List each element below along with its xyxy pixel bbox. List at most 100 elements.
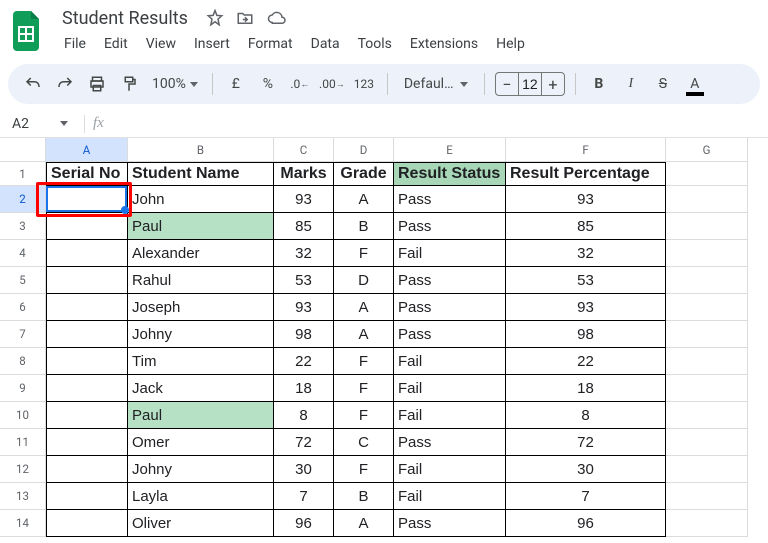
header-cell[interactable]: Grade	[334, 162, 394, 186]
col-head-B[interactable]: B	[128, 138, 274, 162]
select-all-corner[interactable]	[0, 138, 46, 162]
data-cell[interactable]: A	[334, 186, 394, 213]
data-cell[interactable]: Pass	[394, 186, 506, 213]
data-cell[interactable]: Fail	[394, 483, 506, 510]
data-cell[interactable]: 93	[506, 294, 666, 321]
data-cell[interactable]	[46, 240, 128, 267]
col-head-G[interactable]: G	[666, 138, 748, 162]
data-cell[interactable]: 96	[506, 510, 666, 537]
data-cell[interactable]: 30	[506, 456, 666, 483]
data-cell[interactable]: B	[334, 213, 394, 240]
data-cell[interactable]: Alexander	[128, 240, 274, 267]
data-cell[interactable]: F	[334, 375, 394, 402]
cell-empty[interactable]	[666, 162, 748, 186]
star-icon[interactable]	[206, 9, 224, 27]
data-cell[interactable]: Fail	[394, 240, 506, 267]
data-cell[interactable]	[46, 267, 128, 294]
data-cell[interactable]: 85	[506, 213, 666, 240]
cell-empty[interactable]	[666, 456, 748, 483]
data-cell[interactable]: Rahul	[128, 267, 274, 294]
cell-empty[interactable]	[666, 240, 748, 267]
menu-extensions[interactable]: Extensions	[402, 32, 486, 56]
data-cell[interactable]: Fail	[394, 375, 506, 402]
data-cell[interactable]: 72	[506, 429, 666, 456]
data-cell[interactable]: 18	[274, 375, 334, 402]
print-button[interactable]	[82, 69, 112, 99]
data-cell[interactable]: Pass	[394, 321, 506, 348]
data-cell[interactable]: 22	[506, 348, 666, 375]
data-cell[interactable]: 32	[506, 240, 666, 267]
row-head-1[interactable]: 1	[0, 162, 46, 186]
name-box[interactable]: A2	[0, 116, 52, 132]
row-head-2[interactable]: 2	[0, 186, 46, 213]
header-cell[interactable]: Marks	[274, 162, 334, 186]
header-cell[interactable]: Serial No	[46, 162, 128, 186]
data-cell[interactable]: 8	[506, 402, 666, 429]
row-head-11[interactable]: 11	[0, 429, 46, 456]
italic-button[interactable]: I	[616, 69, 646, 99]
data-cell[interactable]: A	[334, 294, 394, 321]
data-cell[interactable]: Pass	[394, 213, 506, 240]
row-head-5[interactable]: 5	[0, 267, 46, 294]
cloud-status-icon[interactable]	[266, 9, 286, 27]
row-head-3[interactable]: 3	[0, 213, 46, 240]
data-cell[interactable]: Layla	[128, 483, 274, 510]
row-head-7[interactable]: 7	[0, 321, 46, 348]
data-cell[interactable]: Jack	[128, 375, 274, 402]
data-cell[interactable]: 85	[274, 213, 334, 240]
menu-edit[interactable]: Edit	[96, 32, 136, 56]
header-cell[interactable]: Result Status	[394, 162, 506, 186]
col-head-C[interactable]: C	[274, 138, 334, 162]
col-head-A[interactable]: A	[46, 138, 128, 162]
data-cell[interactable]: B	[334, 483, 394, 510]
data-cell[interactable]: Fail	[394, 456, 506, 483]
cell-empty[interactable]	[666, 483, 748, 510]
data-cell[interactable]: 96	[274, 510, 334, 537]
data-cell[interactable]	[46, 321, 128, 348]
data-cell[interactable]: Fail	[394, 402, 506, 429]
data-cell[interactable]	[46, 429, 128, 456]
increase-decimal-button[interactable]: .00→	[317, 69, 347, 99]
data-cell[interactable]: Omer	[128, 429, 274, 456]
data-cell[interactable]: 98	[274, 321, 334, 348]
text-color-button[interactable]: A	[680, 69, 710, 99]
data-cell[interactable]: 30	[274, 456, 334, 483]
data-cell[interactable]	[46, 294, 128, 321]
data-cell[interactable]	[46, 213, 128, 240]
zoom-dropdown[interactable]: 100%	[146, 69, 204, 99]
cell-empty[interactable]	[666, 267, 748, 294]
data-cell[interactable]	[46, 483, 128, 510]
menu-view[interactable]: View	[138, 32, 184, 56]
move-icon[interactable]	[236, 9, 254, 27]
cell-empty[interactable]	[666, 429, 748, 456]
row-head-10[interactable]: 10	[0, 402, 46, 429]
data-cell[interactable]: 53	[274, 267, 334, 294]
font-size-input[interactable]	[518, 73, 542, 95]
data-cell[interactable]: Paul	[128, 213, 274, 240]
data-cell[interactable]: Johny	[128, 321, 274, 348]
sheets-logo-icon[interactable]	[10, 13, 46, 49]
menu-tools[interactable]: Tools	[350, 32, 400, 56]
formula-bar-input[interactable]	[104, 116, 768, 132]
chevron-down-icon[interactable]	[60, 121, 68, 126]
data-cell[interactable]	[46, 510, 128, 537]
menu-data[interactable]: Data	[303, 32, 348, 56]
increase-font-button[interactable]: +	[542, 75, 564, 94]
data-cell[interactable]: 98	[506, 321, 666, 348]
menu-help[interactable]: Help	[488, 32, 533, 56]
row-head-13[interactable]: 13	[0, 483, 46, 510]
strikethrough-button[interactable]: S	[648, 69, 678, 99]
cell-empty[interactable]	[666, 348, 748, 375]
data-cell[interactable]: 32	[274, 240, 334, 267]
menu-format[interactable]: Format	[240, 32, 301, 56]
currency-pound-button[interactable]: £	[221, 69, 251, 99]
data-cell[interactable]: Fail	[394, 348, 506, 375]
cell-empty[interactable]	[666, 294, 748, 321]
cell-empty[interactable]	[666, 213, 748, 240]
data-cell[interactable]: 22	[274, 348, 334, 375]
cell-empty[interactable]	[666, 375, 748, 402]
data-cell[interactable]: Paul	[128, 402, 274, 429]
font-size-stepper[interactable]: − +	[495, 72, 565, 96]
row-head-4[interactable]: 4	[0, 240, 46, 267]
data-cell[interactable]: F	[334, 240, 394, 267]
